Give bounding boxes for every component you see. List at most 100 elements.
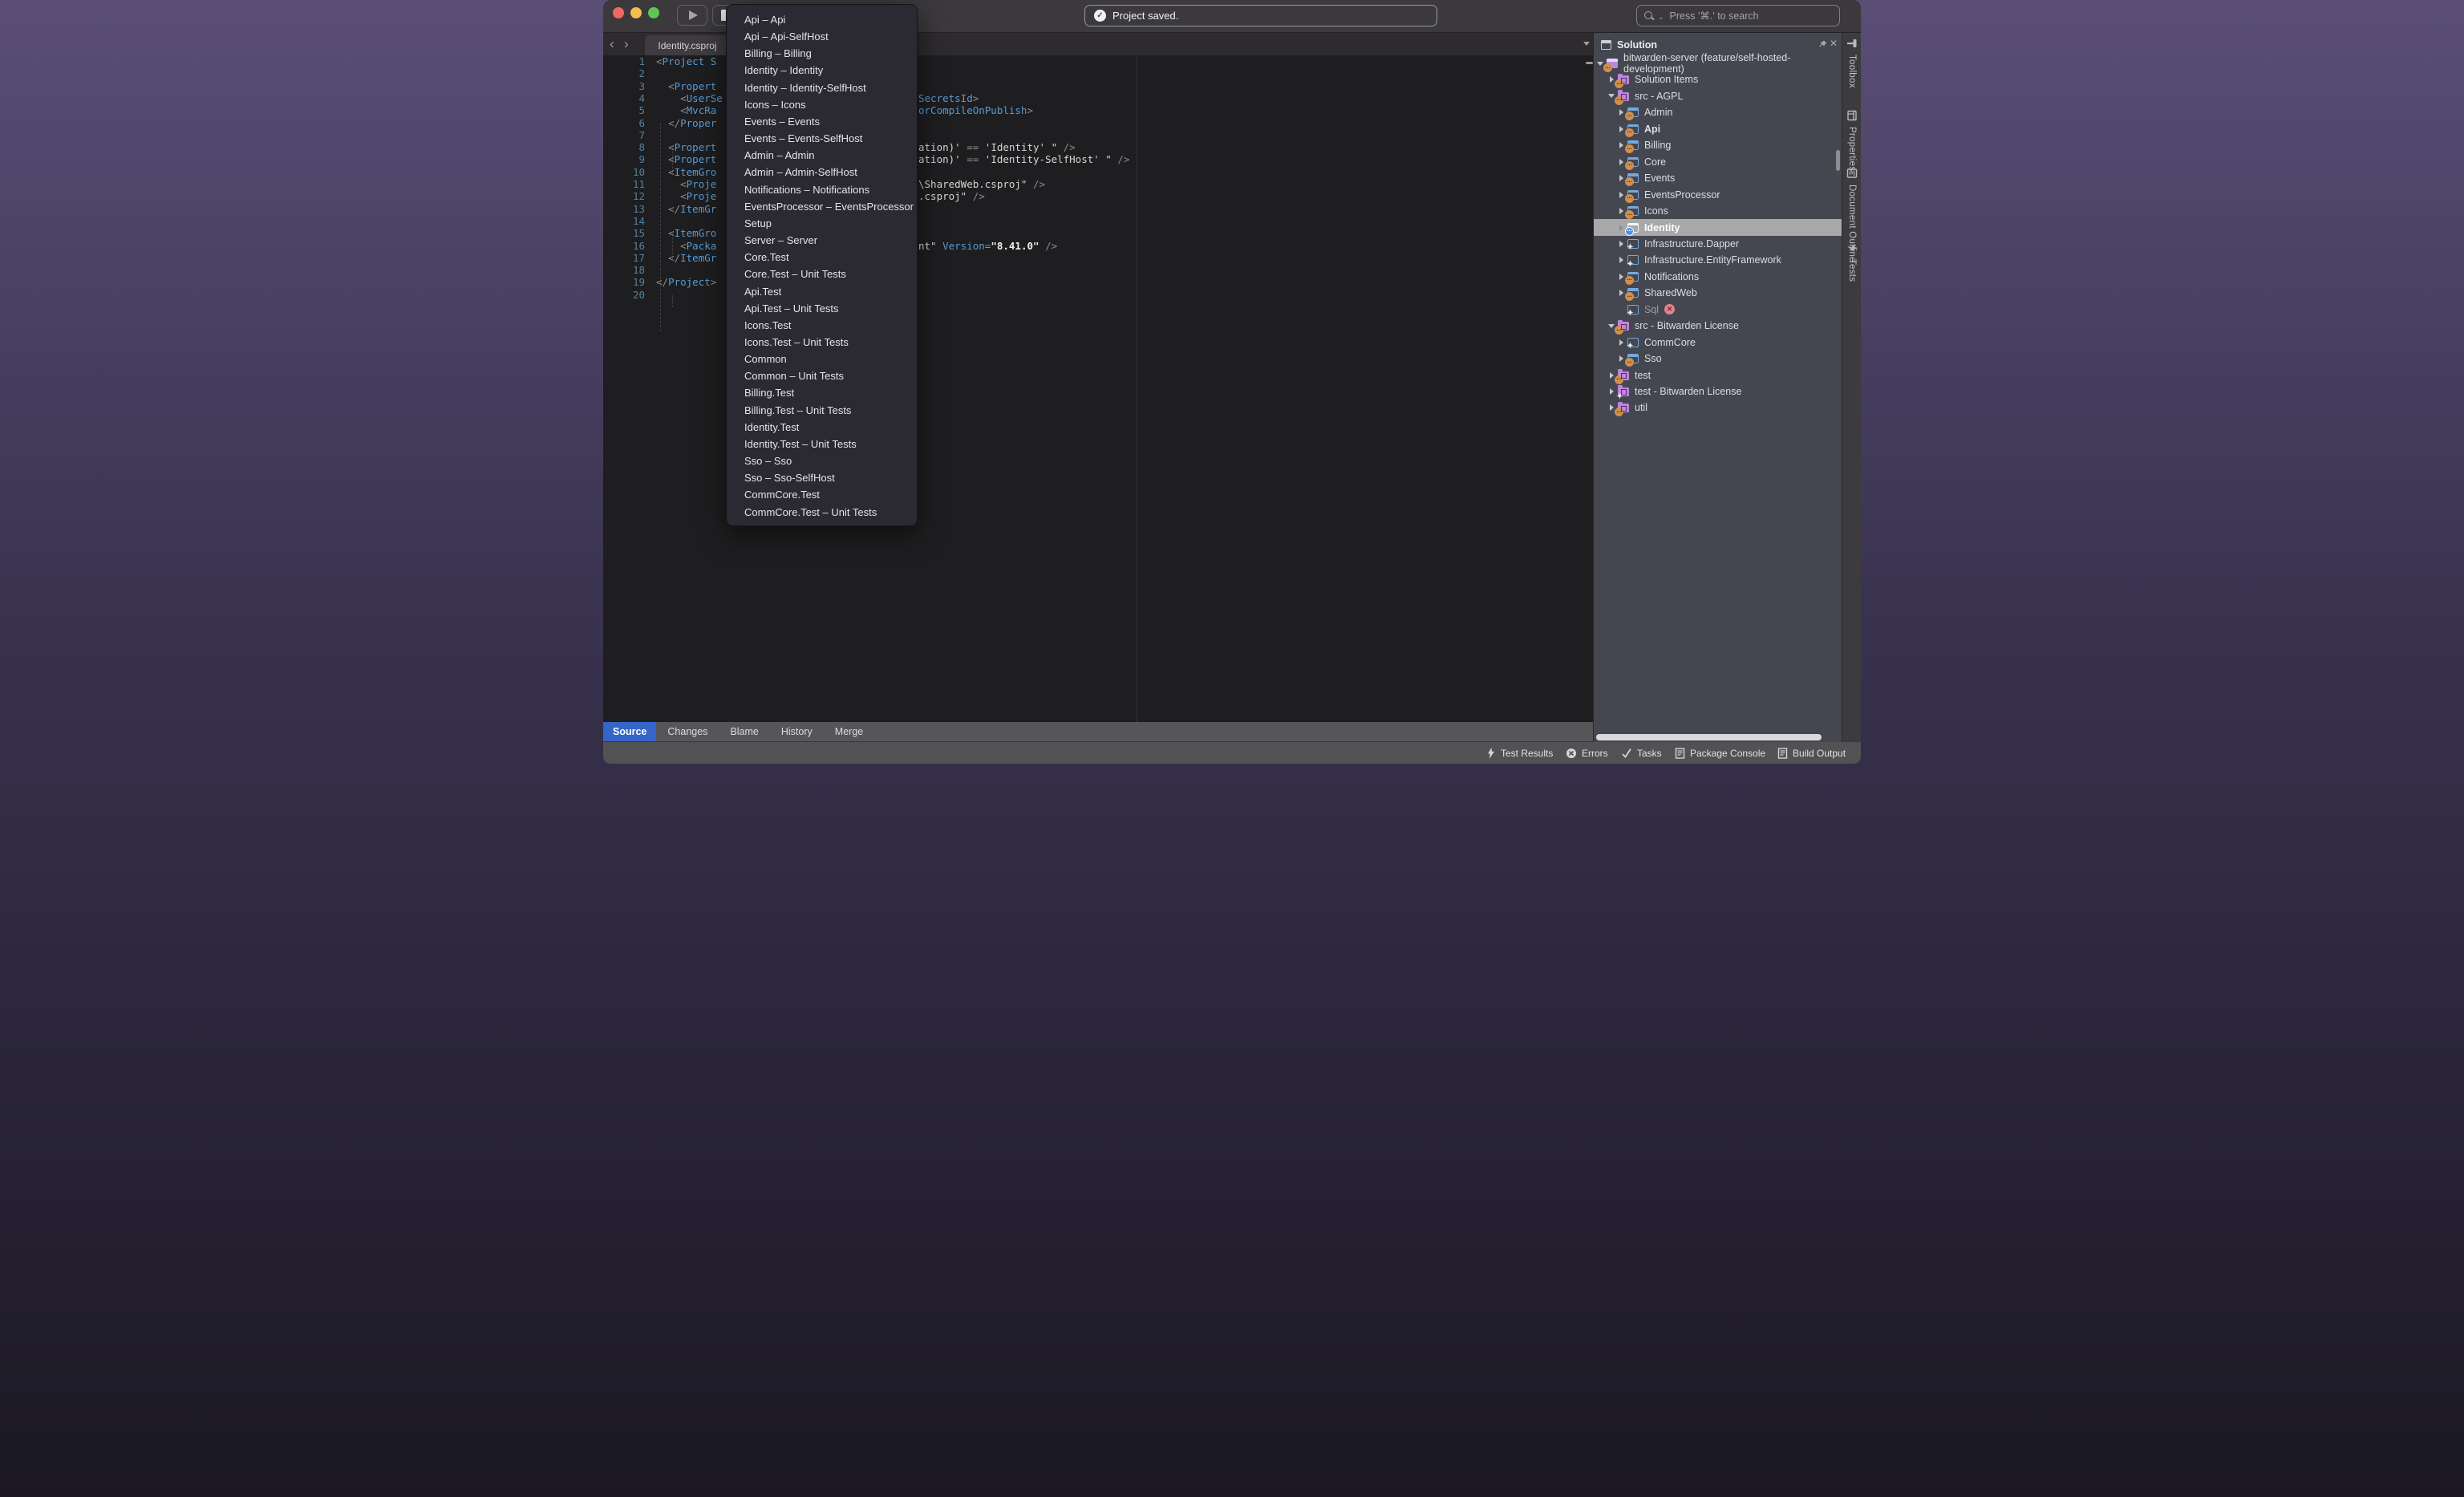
chevron-collapsed-icon[interactable] <box>1619 142 1623 148</box>
chevron-collapsed-icon[interactable] <box>1619 274 1623 280</box>
tree-item-util[interactable]: ···util <box>1594 400 1842 416</box>
navigate-back-button[interactable]: ‹ <box>610 34 614 54</box>
run-config-menu-item[interactable]: Core.Test <box>727 249 917 266</box>
run-config-menu-item[interactable]: Api.Test – Unit Tests <box>727 300 917 317</box>
chevron-collapsed-icon[interactable] <box>1619 290 1623 296</box>
run-config-menu-item[interactable]: Icons – Icons <box>727 96 917 113</box>
run-config-menu-item[interactable]: Api – Api-SelfHost <box>727 28 917 45</box>
run-config-menu-item[interactable]: Events – Events <box>727 113 917 130</box>
tree-item-core[interactable]: ···Core <box>1594 154 1842 170</box>
tree-item-notifications[interactable]: ···Notifications <box>1594 269 1842 285</box>
window-minimize-button[interactable] <box>630 7 642 18</box>
pin-icon[interactable] <box>1818 39 1828 50</box>
pad-tab-tests[interactable]: Tests <box>1842 243 1861 282</box>
chevron-collapsed-icon[interactable] <box>1619 159 1623 165</box>
window-close-button[interactable] <box>613 7 624 18</box>
chevron-collapsed-icon[interactable] <box>1619 355 1623 362</box>
run-config-menu-item[interactable]: Setup <box>727 215 917 232</box>
chevron-collapsed-icon[interactable] <box>1619 257 1623 263</box>
chevron-collapsed-icon[interactable] <box>1610 388 1614 395</box>
run-config-menu-item[interactable]: Identity.Test – Unit Tests <box>727 436 917 452</box>
run-config-menu-item[interactable]: Events – Events-SelfHost <box>727 130 917 147</box>
run-config-menu-item[interactable]: Billing.Test <box>727 384 917 401</box>
vc-tab-source[interactable]: Source <box>603 722 656 741</box>
tree-item-src-bitwarden-license[interactable]: ···src - Bitwarden License <box>1594 318 1842 334</box>
chevron-collapsed-icon[interactable] <box>1619 225 1623 231</box>
run-config-menu-item[interactable]: Common <box>727 351 917 367</box>
run-config-menu-item[interactable]: Api.Test <box>727 283 917 300</box>
tree-item-bitwarden-server-feature-self-hosted-development[interactable]: ···bitwarden-server (feature/self-hosted… <box>1594 55 1842 71</box>
tree-item-test-bitwarden-license[interactable]: ✦test - Bitwarden License <box>1594 383 1842 400</box>
run-config-menu-item[interactable]: Identity – Identity <box>727 62 917 79</box>
tree-item-api[interactable]: ···Api <box>1594 121 1842 137</box>
chevron-collapsed-icon[interactable] <box>1619 126 1623 132</box>
run-config-menu-item[interactable]: Icons.Test – Unit Tests <box>727 334 917 351</box>
tree-item-sharedweb[interactable]: ···SharedWeb <box>1594 285 1842 301</box>
pad-tab-properties[interactable]: Properties <box>1842 110 1861 171</box>
statusbar-errors[interactable]: Errors <box>1566 742 1608 764</box>
pad-tab-toolbox[interactable]: Toolbox <box>1842 38 1861 88</box>
solution-vertical-scrollbar[interactable] <box>1836 150 1840 171</box>
run-config-menu-item[interactable]: Icons.Test <box>727 317 917 334</box>
tree-item-identity[interactable]: ···Identity <box>1594 219 1842 235</box>
chevron-expanded-icon[interactable] <box>1608 94 1615 98</box>
run-config-menu-item[interactable]: Admin – Admin <box>727 147 917 164</box>
run-config-menu-item[interactable]: Identity – Identity-SelfHost <box>727 79 917 96</box>
run-config-menu-item[interactable]: Billing – Billing <box>727 45 917 62</box>
run-config-menu-item[interactable]: Core.Test – Unit Tests <box>727 266 917 282</box>
chevron-collapsed-icon[interactable] <box>1619 192 1623 198</box>
tree-item-solution-items[interactable]: ···Solution Items <box>1594 71 1842 87</box>
chevron-collapsed-icon[interactable] <box>1619 208 1623 214</box>
tree-item-sso[interactable]: ···Sso <box>1594 351 1842 367</box>
run-config-menu-item[interactable]: Sso – Sso-SelfHost <box>727 469 917 486</box>
chevron-collapsed-icon[interactable] <box>1610 372 1614 379</box>
chevron-collapsed-icon[interactable] <box>1610 404 1614 411</box>
run-config-menu-item[interactable]: Server – Server <box>727 232 917 249</box>
chevron-expanded-icon[interactable] <box>1608 324 1615 328</box>
run-config-menu-item[interactable]: Identity.Test <box>727 419 917 436</box>
chevron-collapsed-icon[interactable] <box>1619 339 1623 346</box>
tree-item-test[interactable]: ···test <box>1594 367 1842 383</box>
close-icon[interactable]: ✕ <box>1830 38 1838 49</box>
tree-item-billing[interactable]: ···Billing <box>1594 137 1842 153</box>
tree-item-infrastructure-dapper[interactable]: ✦Infrastructure.Dapper <box>1594 236 1842 252</box>
window-zoom-button[interactable] <box>648 7 659 18</box>
tree-item-sql[interactable]: ✦Sql✕ <box>1594 302 1842 318</box>
tab-identity-csproj[interactable]: Identity.csproj <box>645 35 730 55</box>
run-config-menu-item[interactable]: Admin – Admin-SelfHost <box>727 164 917 181</box>
solution-horizontal-scrollbar[interactable] <box>1596 734 1822 740</box>
tree-item-admin[interactable]: ···Admin <box>1594 104 1842 120</box>
run-config-menu-item[interactable]: CommCore.Test – Unit Tests <box>727 504 917 521</box>
vc-tab-blame[interactable]: Blame <box>719 722 769 741</box>
statusbar-tasks[interactable]: Tasks <box>1621 742 1662 764</box>
search-input[interactable] <box>1664 10 1839 22</box>
tree-item-icons[interactable]: ···Icons <box>1594 203 1842 219</box>
vc-tab-history[interactable]: History <box>770 722 824 741</box>
global-search-field[interactable]: ⌄ <box>1636 5 1840 26</box>
navigate-forward-button[interactable]: › <box>624 34 629 54</box>
vc-tab-changes[interactable]: Changes <box>656 722 719 741</box>
tree-item-commcore[interactable]: ✦CommCore <box>1594 334 1842 350</box>
statusbar-test-results[interactable]: Test Results <box>1486 742 1553 764</box>
tree-item-events[interactable]: ···Events <box>1594 170 1842 186</box>
run-config-menu-item[interactable]: Api – Api <box>727 11 917 28</box>
chevron-expanded-icon[interactable] <box>1597 62 1603 66</box>
statusbar-build-output[interactable]: Build Output <box>1777 742 1846 764</box>
run-config-menu-item[interactable]: Common – Unit Tests <box>727 367 917 384</box>
vc-tab-merge[interactable]: Merge <box>824 722 874 741</box>
run-config-menu-item[interactable]: Billing.Test – Unit Tests <box>727 402 917 419</box>
chevron-collapsed-icon[interactable] <box>1619 175 1623 181</box>
statusbar-package-console[interactable]: Package Console <box>1675 742 1765 764</box>
run-config-menu-item[interactable]: CommCore.Test <box>727 486 917 503</box>
tree-item-eventsprocessor[interactable]: ···EventsProcessor <box>1594 186 1842 202</box>
run-config-menu-item[interactable]: Notifications – Notifications <box>727 181 917 198</box>
tab-overflow-chevron-icon[interactable] <box>1583 42 1590 46</box>
tree-item-src-agpl[interactable]: ···src - AGPL <box>1594 88 1842 104</box>
run-button[interactable] <box>677 5 707 26</box>
tree-item-infrastructure-entityframework[interactable]: ✦Infrastructure.EntityFramework <box>1594 252 1842 268</box>
chevron-collapsed-icon[interactable] <box>1619 241 1623 247</box>
chevron-collapsed-icon[interactable] <box>1610 76 1614 83</box>
run-config-menu-item[interactable]: Sso – Sso <box>727 452 917 469</box>
chevron-collapsed-icon[interactable] <box>1619 109 1623 116</box>
run-config-menu-item[interactable]: EventsProcessor – EventsProcessor <box>727 198 917 215</box>
